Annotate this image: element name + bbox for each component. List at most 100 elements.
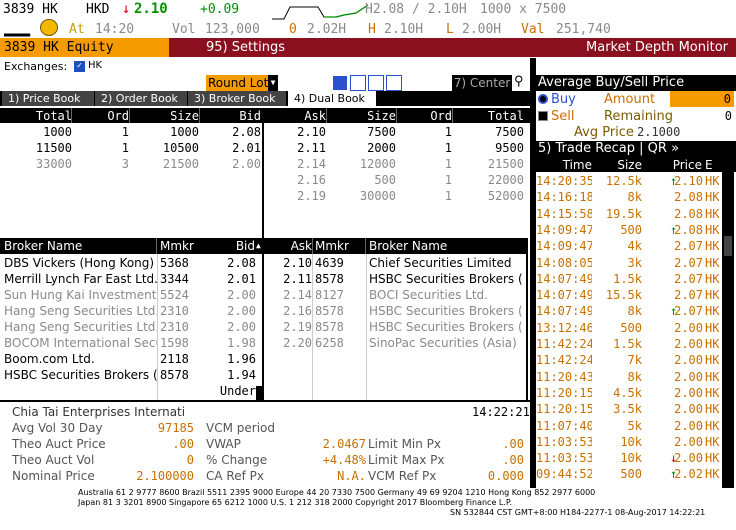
zoom-icon[interactable]: ⚲ xyxy=(514,74,524,89)
trade-exchange: HK xyxy=(705,174,720,188)
bid-price: 2.01 xyxy=(232,141,261,155)
recap-scrollbar[interactable] xyxy=(722,172,734,488)
info-value: 0.000 xyxy=(487,469,524,483)
round-lot-select[interactable]: Round Lot xyxy=(206,75,274,91)
trade-size: 10k xyxy=(620,434,642,449)
trade-time: 13:12:46 xyxy=(536,320,592,335)
ask-price: 2.10 xyxy=(297,125,326,139)
col-line xyxy=(366,254,367,400)
bid-price: 2.00 xyxy=(232,157,261,171)
trade-exchange: HK xyxy=(705,385,720,400)
high-price: 2.10H xyxy=(384,22,424,37)
tab-price-book[interactable]: 1) Price Book xyxy=(2,91,94,106)
trade-exchange: HK xyxy=(705,320,720,335)
bid-ord: 3 xyxy=(121,157,129,171)
trade-exchange: HK xyxy=(705,353,720,368)
scroll-thumb[interactable] xyxy=(724,236,732,256)
trade-price: 2.02 xyxy=(674,467,703,482)
sell-radio[interactable] xyxy=(538,111,548,121)
col-sep xyxy=(199,108,200,123)
qr-link[interactable]: QR » xyxy=(648,141,679,156)
gauge-icon[interactable] xyxy=(40,19,58,36)
ticker: 3839 HK xyxy=(3,2,58,17)
col-price: Price xyxy=(672,158,702,172)
trade-price: 2.07 xyxy=(674,304,703,319)
trade-exchange: HK xyxy=(705,467,720,482)
ask-price: 2.16 xyxy=(297,173,326,187)
trade-price: 2.08 xyxy=(674,222,703,237)
tab-broker-book[interactable]: 3) Broker Book xyxy=(188,91,286,106)
col-ask-mmkr: Mmkr xyxy=(315,239,349,253)
tab-order-book[interactable]: 2) Order Book xyxy=(95,91,187,106)
trade-time: 14:16:18 xyxy=(536,190,592,205)
bid-size: 1000 xyxy=(170,125,199,139)
trade-price: 2.07 xyxy=(674,239,703,254)
trade-price: 2.08 xyxy=(674,206,703,221)
view-columns-icon[interactable] xyxy=(350,75,366,91)
col-time: Time xyxy=(562,158,592,172)
ask-total: 21500 xyxy=(487,157,524,171)
security-field[interactable]: 3839 HK Equity xyxy=(0,38,169,57)
trade-recap-label[interactable]: 5) Trade Recap xyxy=(538,141,635,156)
tab-dual-book[interactable]: 4) Dual Book xyxy=(288,91,376,106)
col-ask-broker-name: Broker Name xyxy=(369,239,448,253)
col-line xyxy=(312,254,313,400)
col-sep xyxy=(326,108,327,123)
down-arrow-icon: ↓ xyxy=(122,1,131,17)
trade-time: 14:09:47 xyxy=(536,222,592,237)
trade-size: 15.5k xyxy=(605,288,642,303)
trade-time: 11:20:15 xyxy=(536,402,592,417)
trade-time: 11:07:40 xyxy=(536,418,592,433)
info-label: Limit Min Px xyxy=(368,437,442,451)
trade-price: 2.00 xyxy=(674,369,703,384)
col-trade-size: Size xyxy=(617,158,642,172)
currency: HKD xyxy=(86,2,110,17)
ask-ord: 1 xyxy=(444,189,452,203)
trade-exchange: HK xyxy=(705,222,720,237)
broker-ask-mmkr: 4639 xyxy=(315,256,344,270)
info-value: N.A. xyxy=(337,469,366,483)
info-value: 0 xyxy=(186,453,194,467)
ask-total: 7500 xyxy=(495,125,524,139)
broker-scrollbar[interactable] xyxy=(256,386,262,400)
exchange-checkbox[interactable]: ✓ xyxy=(74,61,85,72)
view-list-icon[interactable] xyxy=(332,75,348,91)
col-broker-name: Broker Name xyxy=(4,239,83,253)
broker-ask-price: 2.11 xyxy=(283,272,312,286)
ask-ord: 1 xyxy=(444,157,452,171)
trade-size: 3.5k xyxy=(613,402,642,417)
view-grid-icon[interactable] xyxy=(368,75,384,91)
broker-bid-price: 2.00 xyxy=(227,304,256,318)
col-ask-total: Total xyxy=(487,109,524,123)
col-ask-size: Size xyxy=(367,109,396,123)
info-value: 2.0467 xyxy=(322,437,366,451)
broker-ask-name: Chief Securities Limited xyxy=(369,256,512,270)
broker-ask-price: 2.14 xyxy=(283,288,312,302)
broker-bid-mmkr: 3344 xyxy=(160,272,189,286)
center-button[interactable]: 7) Center xyxy=(452,75,512,91)
amount-input[interactable]: 0 xyxy=(670,91,734,107)
bid-total: 11500 xyxy=(35,141,72,155)
chevron-down-icon[interactable]: ▼ xyxy=(268,75,278,91)
ask-size: 30000 xyxy=(359,189,396,203)
trade-price: 2.00 xyxy=(674,418,703,433)
buy-radio[interactable] xyxy=(538,94,548,104)
broker-ask-name: BOCI Securities Ltd. xyxy=(369,288,488,302)
trade-exchange: HK xyxy=(705,402,720,417)
info-time: 14:22:21 xyxy=(472,405,530,419)
broker-bid-mmkr xyxy=(160,383,200,399)
high-label: H xyxy=(368,22,376,37)
bid-total: 33000 xyxy=(35,157,72,171)
company-name: Chia Tai Enterprises Internati xyxy=(12,405,186,419)
volume: 123,000 xyxy=(205,22,260,37)
ask-total: 22000 xyxy=(487,173,524,187)
info-label: VCM period xyxy=(206,421,275,435)
trade-size: 19.5k xyxy=(605,206,642,221)
settings-button[interactable]: 95) Settings xyxy=(169,38,322,57)
trade-recap-title[interactable]: 5) Trade Recap | QR » xyxy=(536,141,736,157)
scroll-up-icon[interactable]: ▲ xyxy=(256,238,261,254)
trade-time: 11:42:24 xyxy=(536,353,592,368)
view-split-icon[interactable] xyxy=(386,75,402,91)
value: 251,740 xyxy=(556,22,611,37)
broker-ask-mmkr: 8578 xyxy=(315,320,344,334)
